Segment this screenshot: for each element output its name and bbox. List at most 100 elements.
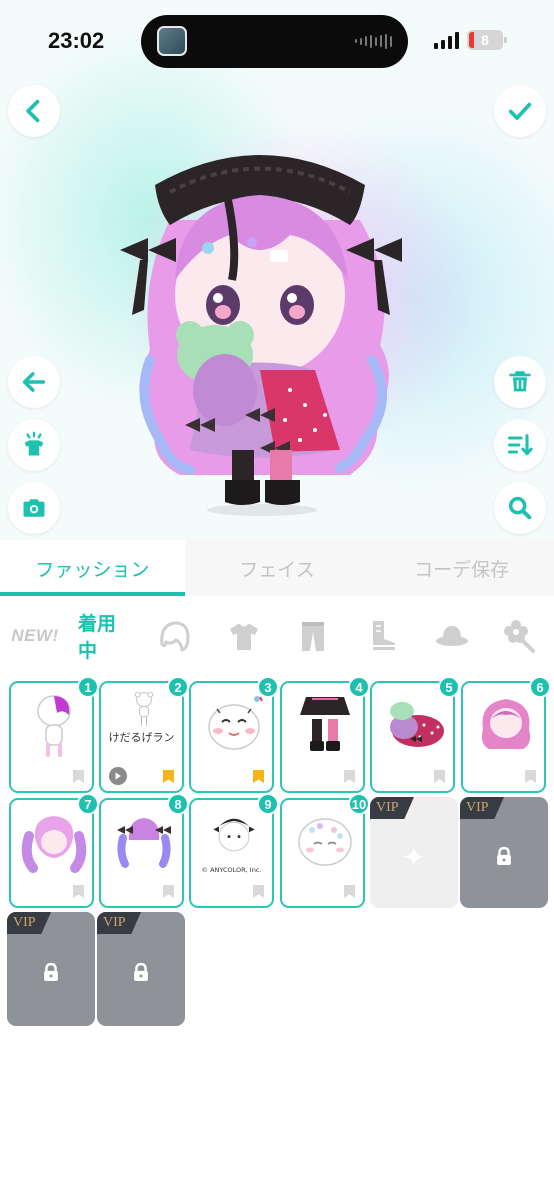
search-icon: [508, 496, 532, 520]
category-row: NEW! 着用中: [0, 604, 554, 666]
item-thumbnail: [390, 702, 444, 747]
bookmark-icon[interactable]: [344, 885, 355, 898]
camera-icon: [23, 499, 45, 517]
item-thumbnail: [21, 816, 87, 873]
signal-icon: [434, 31, 459, 49]
item-badge: 10: [348, 793, 370, 815]
bookmark-icon[interactable]: [163, 885, 174, 898]
sparkle-icon: [404, 846, 424, 867]
item-thumbnail: [213, 818, 255, 852]
vip-slot-locked[interactable]: VIP: [7, 912, 95, 1026]
play-button[interactable]: [109, 767, 127, 785]
avatar-character: [120, 155, 402, 516]
battery-level: 8: [481, 32, 489, 48]
vip-tag: VIP: [460, 797, 504, 819]
back-button[interactable]: [8, 85, 60, 137]
avatar-preview: 23:02 8: [0, 0, 554, 540]
item-label: けだるげラン: [108, 731, 175, 744]
main-tabs: ファッション フェイス コーデ保存: [0, 540, 554, 596]
dress-up-button[interactable]: [8, 419, 60, 471]
bookmark-icon[interactable]: [344, 770, 355, 783]
boot-icon: [373, 621, 395, 650]
category-bottoms[interactable]: [291, 614, 335, 658]
delete-button[interactable]: [494, 356, 546, 408]
sparkle-shirt-icon: [24, 431, 44, 456]
category-hats[interactable]: [430, 614, 474, 658]
bookmark-icon[interactable]: [73, 885, 84, 898]
item-badge: 8: [167, 793, 189, 815]
tab-fashion[interactable]: ファッション: [0, 540, 185, 596]
category-shoes[interactable]: [360, 614, 404, 658]
category-wearing[interactable]: 着用中: [78, 613, 132, 662]
item-card-headdress[interactable]: © ANYCOLOR, Inc. 9: [189, 793, 279, 908]
item-badge: 6: [529, 676, 551, 698]
item-badge: 4: [348, 676, 370, 698]
item-badge: 3: [257, 676, 279, 698]
vip-slot-locked[interactable]: VIP: [460, 797, 548, 908]
vip-tag: VIP: [370, 797, 414, 819]
item-badge: 9: [257, 793, 279, 815]
vip-slot-locked[interactable]: VIP: [97, 912, 185, 1026]
chevron-left-icon: [26, 99, 40, 123]
app-screen: 23:02 8 ファッション フェイス コーデ保存 NEW! 着用中 1 けだる…: [0, 0, 554, 1200]
item-card-face[interactable]: 3: [189, 676, 279, 793]
hat-icon: [436, 626, 468, 646]
trash-icon: [509, 371, 531, 392]
category-new[interactable]: NEW!: [8, 614, 62, 658]
arrow-left-icon: [22, 372, 46, 392]
lock-icon: [44, 962, 58, 982]
item-badge: 2: [167, 676, 189, 698]
item-thumbnail: [300, 697, 350, 751]
dynamic-island[interactable]: [141, 15, 408, 68]
item-card-hair-ribbons[interactable]: 8: [99, 793, 189, 908]
battery-icon: 8: [467, 30, 507, 50]
play-icon: [115, 772, 121, 780]
item-badge: 1: [77, 676, 99, 698]
vip-tag: VIP: [7, 912, 51, 934]
undo-button[interactable]: [8, 356, 60, 408]
search-button[interactable]: [494, 482, 546, 534]
bookmark-icon[interactable]: [163, 770, 174, 783]
item-card-base-body[interactable]: 1: [9, 676, 99, 793]
camera-button[interactable]: [8, 482, 60, 534]
item-card-kedarugeran[interactable]: けだるげラン 2: [99, 676, 189, 793]
now-playing-thumb: [157, 26, 187, 56]
item-thumbnail: [37, 695, 71, 757]
item-card-skirt[interactable]: 4: [280, 676, 370, 793]
check-icon: [508, 102, 532, 120]
category-accessories[interactable]: [498, 614, 542, 658]
tab-coordinate-save[interactable]: コーデ保存: [369, 540, 554, 596]
item-thumbnail: [298, 818, 352, 866]
audio-wave-icon: [355, 33, 392, 49]
item-copyright: © ANYCOLOR, Inc.: [201, 866, 262, 874]
item-card-face-stickers[interactable]: 10: [280, 793, 370, 908]
tab-face[interactable]: フェイス: [185, 540, 370, 596]
status-time: 23:02: [48, 28, 105, 53]
pants-icon: [302, 622, 324, 651]
item-card-twin-tails[interactable]: 7: [9, 793, 99, 908]
item-badge: 7: [77, 793, 99, 815]
vip-tag: VIP: [97, 912, 141, 934]
bookmark-icon[interactable]: [525, 770, 536, 783]
lock-icon: [134, 962, 148, 982]
confirm-button[interactable]: [494, 85, 546, 137]
bookmark-icon[interactable]: [253, 885, 264, 898]
sort-button[interactable]: [494, 419, 546, 471]
hair-icon: [160, 621, 190, 652]
bookmark-icon[interactable]: [434, 770, 445, 783]
sort-icon: [507, 434, 533, 456]
item-card-dress[interactable]: 5: [370, 676, 460, 793]
item-badge: 5: [438, 676, 460, 698]
vip-slot-empty[interactable]: VIP: [370, 797, 458, 908]
category-tops[interactable]: [222, 614, 266, 658]
item-card-hair[interactable]: 6: [461, 676, 551, 793]
bookmark-icon[interactable]: [253, 770, 264, 783]
item-thumbnail: [117, 818, 171, 868]
lock-icon: [497, 846, 511, 865]
bookmark-icon[interactable]: [73, 770, 84, 783]
shirt-icon: [230, 624, 258, 650]
category-hair[interactable]: [152, 614, 196, 658]
flower-accessory-icon: [504, 620, 535, 653]
item-thumbnail: [208, 696, 263, 750]
item-thumbnail: [481, 699, 531, 749]
